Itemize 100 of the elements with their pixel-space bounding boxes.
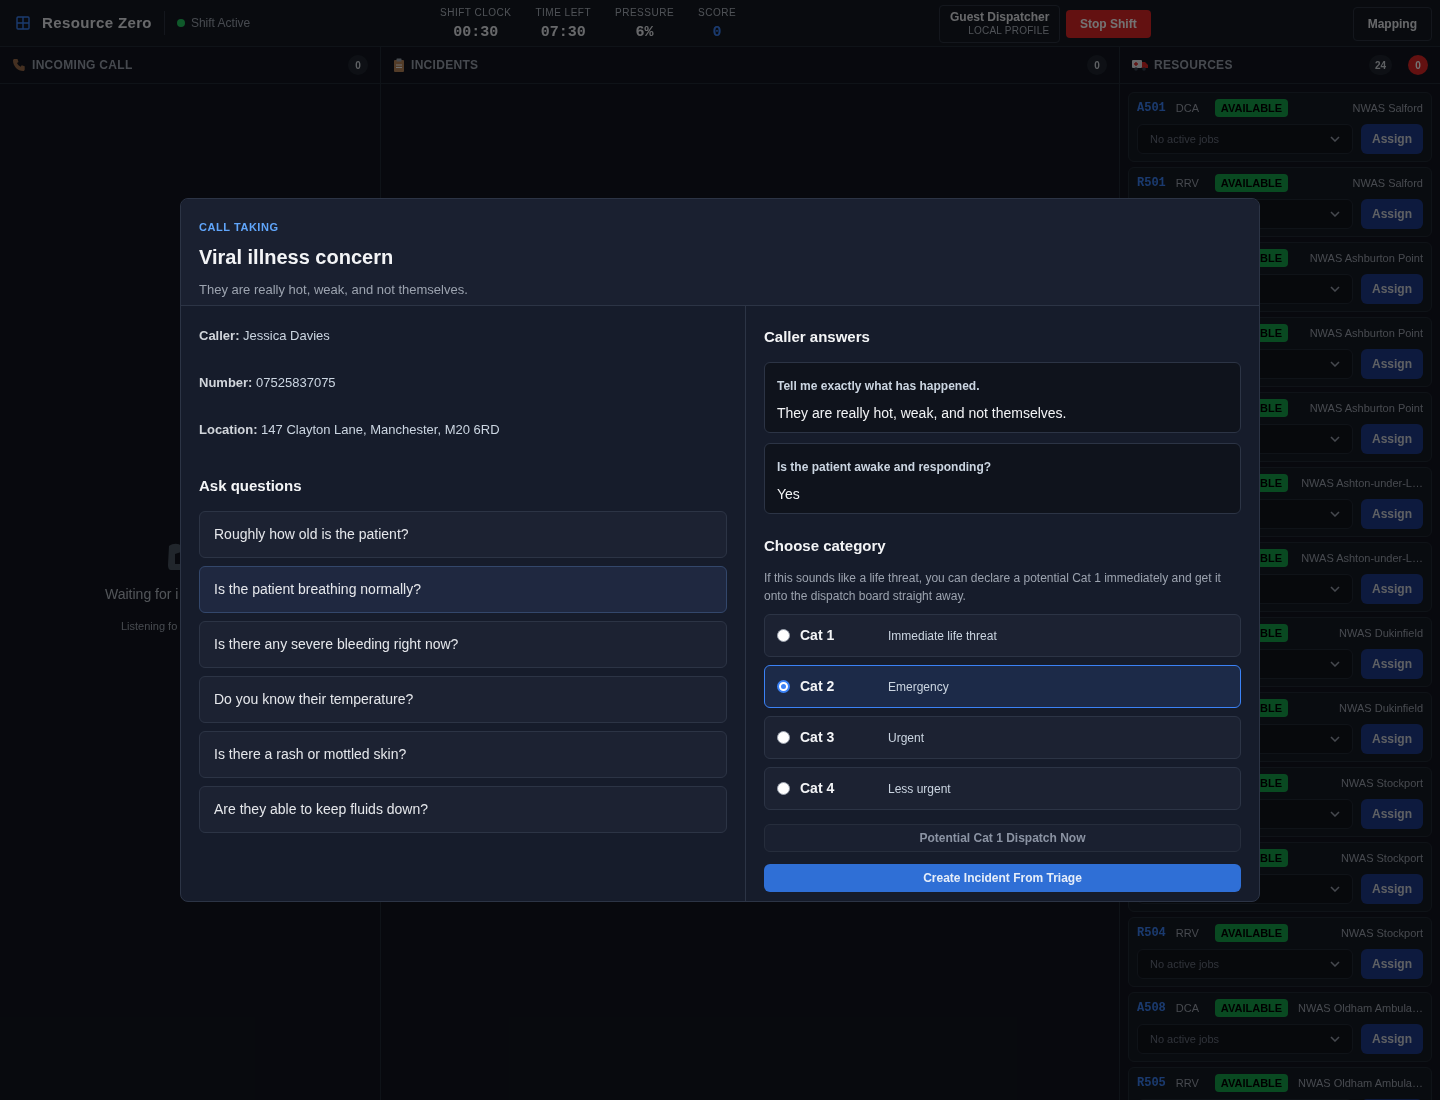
panel-title: RESOURCES: [1154, 57, 1233, 74]
category-option[interactable]: Cat 4 Less urgent: [764, 767, 1241, 810]
question-button[interactable]: Is the patient breathing normally?: [199, 565, 727, 613]
unit-id: A501: [1137, 100, 1166, 117]
question-button[interactable]: Is there any severe bleeding right now?: [199, 620, 727, 668]
status-badge: AVAILABLE: [1215, 99, 1288, 117]
chevron-down-icon: [1330, 211, 1340, 217]
dialog-title: Viral illness concern: [199, 244, 395, 270]
assign-button[interactable]: Assign: [1361, 574, 1423, 604]
station-label: NWAS Oldham Ambula…: [1297, 1000, 1423, 1016]
section-heading: Choose category: [764, 535, 887, 556]
unit-id: R504: [1137, 925, 1166, 942]
station-label: NWAS Ashburton Point: [1308, 325, 1423, 341]
chevron-down-icon: [1330, 136, 1340, 142]
station-label: NWAS Ashburton Point: [1308, 250, 1423, 266]
station-label: NWAS Salford: [1351, 175, 1423, 191]
status-badge: AVAILABLE: [1215, 174, 1288, 192]
ambulance-icon: [1132, 59, 1148, 71]
section-heading: Ask questions: [199, 476, 303, 496]
unit-type: RRV: [1175, 175, 1199, 191]
profile-card[interactable]: Guest Dispatcher LOCAL PROFILE: [939, 5, 1061, 43]
dialog-summary: They are really hot, weak, and not themselves.: [199, 280, 469, 299]
unit-id: A508: [1137, 1000, 1166, 1017]
assign-button[interactable]: Assign: [1361, 424, 1423, 454]
phone-icon: [12, 58, 26, 72]
detail-text: Number: 07525837075: [199, 374, 337, 392]
radio-button[interactable]: [777, 782, 790, 795]
stat-value: 6%: [635, 23, 654, 43]
station-label: NWAS Stockport: [1339, 925, 1423, 941]
stop-shift-button[interactable]: Stop Shift: [1066, 10, 1151, 38]
assign-button[interactable]: Assign: [1361, 799, 1423, 829]
assign-button[interactable]: Assign: [1361, 649, 1423, 679]
count-badge: 24: [1368, 55, 1392, 75]
chevron-down-icon: [1330, 661, 1340, 667]
category-name: Cat 3: [800, 728, 836, 747]
assign-button[interactable]: Assign: [1361, 949, 1423, 979]
unit-id: R501: [1137, 175, 1166, 192]
station-label: NWAS Ashburton Point: [1308, 400, 1423, 416]
radio-button[interactable]: [777, 680, 790, 693]
station-label: NWAS Ashton-under-L…: [1300, 550, 1423, 566]
answer-question: Is the patient awake and responding?: [777, 458, 993, 476]
stat-label: SCORE: [698, 6, 737, 20]
category-name: Cat 1: [800, 626, 836, 645]
station-label: NWAS Oldham Ambula…: [1297, 1075, 1423, 1091]
question-button[interactable]: Is there a rash or mottled skin?: [199, 730, 727, 778]
chevron-down-icon: [1330, 886, 1340, 892]
count-badge: 0: [1087, 55, 1107, 75]
assign-button[interactable]: Assign: [1361, 1024, 1423, 1054]
unit-type: DCA: [1175, 100, 1200, 116]
category-description: Less urgent: [888, 780, 951, 798]
radio-button[interactable]: [777, 629, 790, 642]
station-label: NWAS Stockport: [1339, 775, 1423, 791]
category-option[interactable]: Cat 1 Immediate life threat: [764, 614, 1241, 657]
station-label: NWAS Ashton-under-L…: [1300, 475, 1423, 491]
cat1-dispatch-button[interactable]: Potential Cat 1 Dispatch Now: [764, 824, 1241, 852]
detail-text: Caller: Jessica Davies: [199, 327, 331, 345]
unit-type: RRV: [1175, 1075, 1199, 1091]
chevron-down-icon: [1330, 961, 1340, 967]
panel-title: INCIDENTS: [411, 57, 479, 74]
mapping-button[interactable]: Mapping: [1352, 7, 1432, 41]
create-incident-button[interactable]: Create Incident From Triage: [764, 864, 1241, 892]
category-description: Emergency: [888, 678, 949, 696]
status-badge: AVAILABLE: [1215, 1074, 1288, 1092]
assign-button[interactable]: Assign: [1361, 499, 1423, 529]
stat-label: PRESSURE: [615, 6, 675, 20]
stat-value: 0: [712, 23, 722, 43]
assign-button[interactable]: Assign: [1361, 274, 1423, 304]
assign-button[interactable]: Assign: [1361, 199, 1423, 229]
category-option[interactable]: Cat 2 Emergency: [764, 665, 1241, 708]
assign-button[interactable]: Assign: [1361, 874, 1423, 904]
stat-label: TIME LEFT: [535, 6, 592, 20]
question-button[interactable]: Roughly how old is the patient?: [199, 510, 727, 558]
stat-value: 07:30: [540, 23, 586, 43]
answer-text: They are really hot, weak, and not themselves.: [777, 403, 1068, 423]
station-label: NWAS Stockport: [1339, 850, 1423, 866]
category-name: Cat 4: [800, 779, 836, 798]
assign-button[interactable]: Assign: [1361, 724, 1423, 754]
answer-text: Yes: [777, 484, 801, 504]
question-button[interactable]: Do you know their temperature?: [199, 675, 727, 723]
resource-card[interactable]: R505 RRV AVAILABLE NWAS Oldham Ambula…: [1128, 1067, 1432, 1100]
chevron-down-icon: [1330, 586, 1340, 592]
chevron-down-icon: [1330, 511, 1340, 517]
grid-icon: [16, 16, 30, 30]
assign-button[interactable]: Assign: [1361, 349, 1423, 379]
count-badge: 0: [348, 55, 368, 75]
unit-id: R505: [1137, 1075, 1166, 1092]
assign-button[interactable]: Assign: [1361, 124, 1423, 154]
status-badge: AVAILABLE: [1215, 999, 1288, 1017]
panel-title: INCOMING CALL: [32, 57, 133, 74]
chevron-down-icon: [1330, 361, 1340, 367]
category-option[interactable]: Cat 3 Urgent: [764, 716, 1241, 759]
radio-button[interactable]: [777, 731, 790, 744]
section-heading: Caller answers: [764, 327, 871, 347]
dialog-eyebrow: CALL TAKING: [199, 220, 280, 235]
stat-value: 00:30: [453, 23, 499, 43]
category-description: Urgent: [888, 729, 925, 747]
station-label: NWAS Dukinfield: [1338, 625, 1423, 641]
question-button[interactable]: Are they able to keep fluids down?: [199, 785, 727, 833]
station-label: NWAS Dukinfield: [1338, 700, 1423, 716]
chevron-down-icon: [1330, 286, 1340, 292]
